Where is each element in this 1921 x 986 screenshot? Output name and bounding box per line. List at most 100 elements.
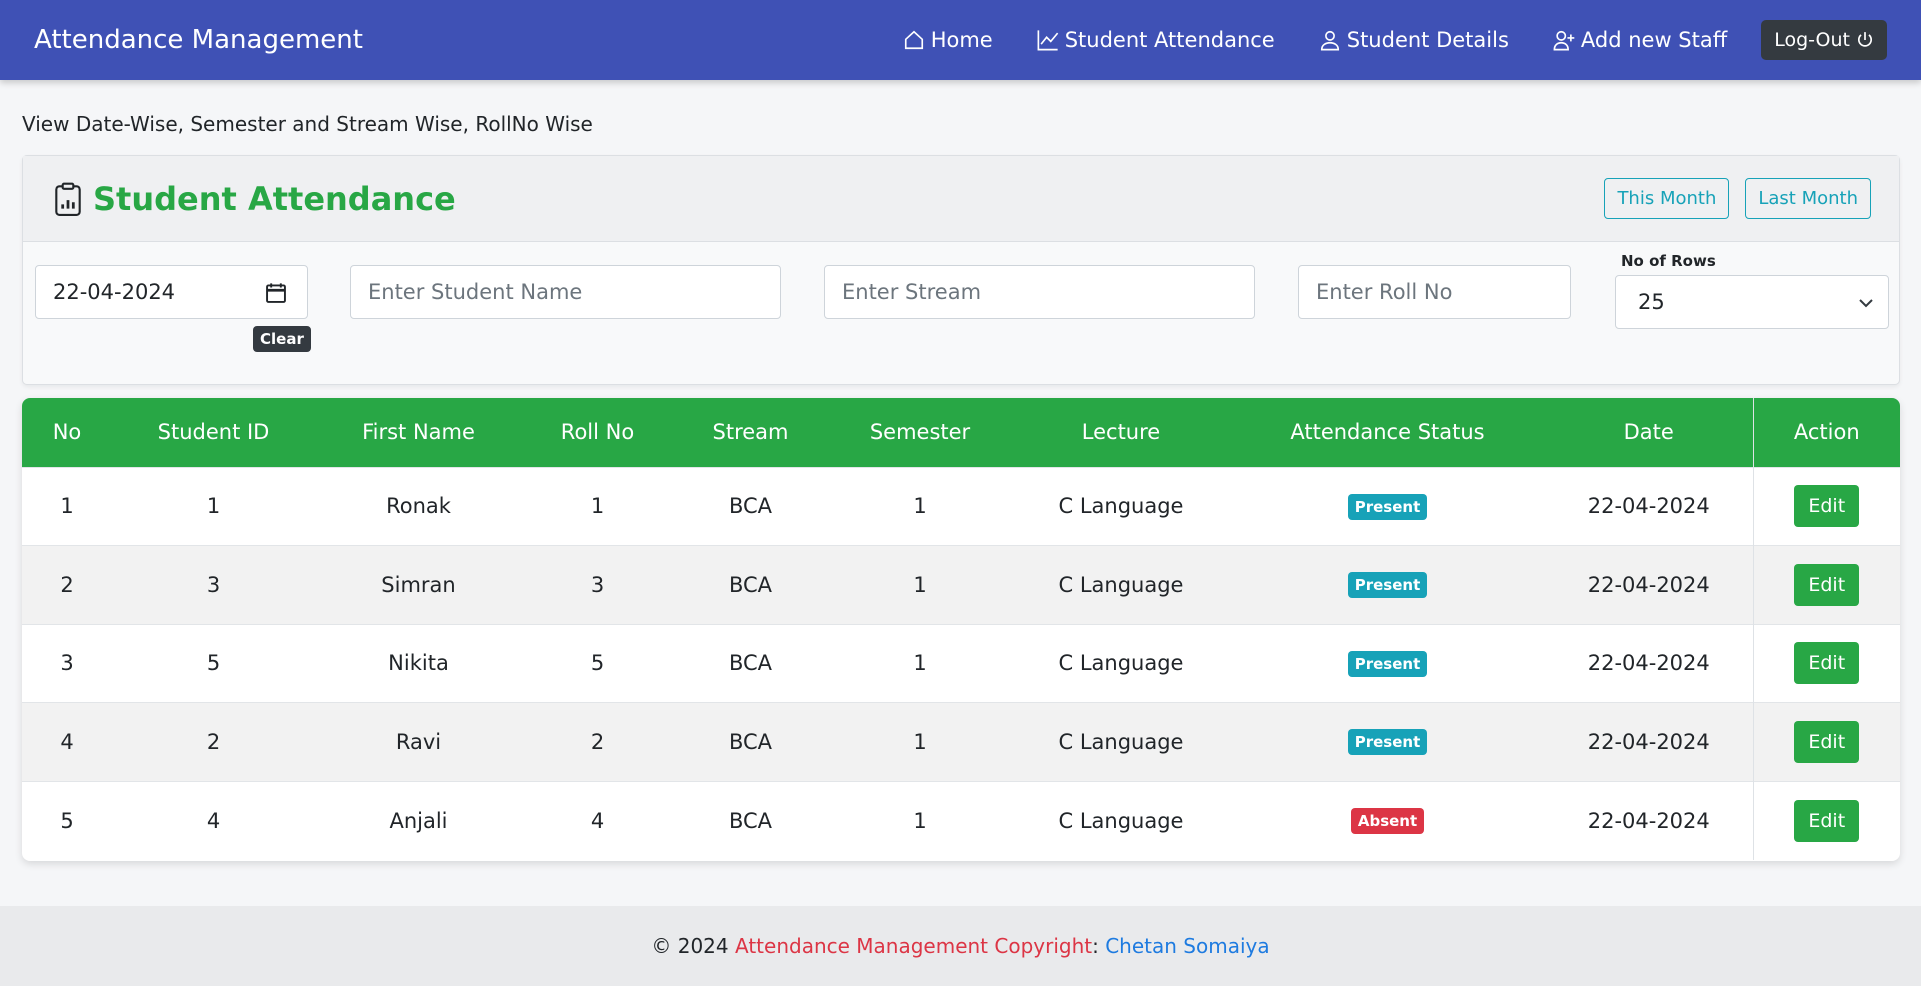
cell-first-name: Anjali — [389, 808, 448, 833]
status-badge: Present — [1347, 650, 1428, 677]
header-stream: Stream — [712, 420, 789, 445]
footer-separator: : — [1092, 934, 1099, 958]
cell-stream: BCA — [728, 729, 773, 754]
nav-student-attendance-link[interactable]: Student Attendance — [1037, 28, 1275, 52]
nav-home-label: Home — [930, 28, 993, 52]
this-month-button[interactable]: This Month — [1604, 178, 1730, 219]
edit-button[interactable]: Edit — [1794, 720, 1860, 763]
cell-semester: 1 — [913, 729, 927, 754]
table-row: 5 4 Anjali 4 BCA 1 C Language Absent 22-… — [22, 781, 1900, 860]
roll-no-input[interactable]: Enter Roll No — [1298, 265, 1571, 319]
nav-home-link[interactable]: Home — [903, 28, 993, 52]
card-header: Student Attendance This Month Last Month — [23, 156, 1899, 242]
table-row: 2 3 Simran 3 BCA 1 C Language Present 22… — [22, 545, 1900, 624]
attendance-table: No Student ID First Name Roll No Stream … — [22, 398, 1900, 860]
logout-label: Log-Out — [1774, 29, 1850, 51]
table-header-row: No Student ID First Name Roll No Stream … — [22, 398, 1900, 467]
header-action: Action — [1752, 398, 1900, 467]
cell-roll-no: 3 — [590, 572, 605, 597]
footer-copyright-prefix: © 2024 — [651, 934, 729, 958]
cell-student-id: 4 — [206, 808, 221, 833]
cell-action: Edit — [1752, 467, 1900, 546]
table-row: 3 5 Nikita 5 BCA 1 C Language Present 22… — [22, 624, 1900, 703]
nav-student-details-link[interactable]: Student Details — [1319, 28, 1509, 52]
month-buttons: This Month Last Month — [1588, 178, 1871, 219]
cell-lecture: C Language — [1058, 572, 1184, 597]
cell-student-id: 1 — [206, 494, 221, 519]
rows-select[interactable]: 25 — [1615, 275, 1889, 329]
header-date: Date — [1623, 420, 1674, 445]
cell-date: 22-04-2024 — [1587, 651, 1710, 676]
table-row: 1 1 Ronak 1 BCA 1 C Language Present 22-… — [22, 467, 1900, 546]
cell-date: 22-04-2024 — [1587, 729, 1710, 754]
stream-input[interactable]: Enter Stream — [824, 265, 1255, 319]
header-lecture: Lecture — [1081, 420, 1161, 445]
cell-no: 3 — [60, 651, 74, 676]
rows-select-value: 25 — [1638, 290, 1665, 314]
nav-student-attendance-label: Student Attendance — [1064, 28, 1275, 52]
cell-roll-no: 5 — [590, 651, 605, 676]
cell-action: Edit — [1752, 781, 1900, 860]
cell-first-name: Ravi — [395, 729, 442, 754]
power-icon — [1858, 32, 1872, 47]
logout-button[interactable]: Log-Out — [1761, 20, 1887, 60]
cell-status: Present — [1230, 624, 1545, 703]
cell-lecture: C Language — [1058, 808, 1184, 833]
cell-student-id: 2 — [206, 729, 221, 754]
edit-button[interactable]: Edit — [1794, 563, 1860, 606]
cell-action: Edit — [1752, 545, 1900, 624]
cell-semester: 1 — [913, 572, 927, 597]
edit-button[interactable]: Edit — [1794, 799, 1860, 842]
nav-add-staff-label: Add new Staff — [1580, 28, 1728, 52]
cell-date: 22-04-2024 — [1587, 808, 1710, 833]
footer-author-link[interactable]: Chetan Somaiya — [1105, 934, 1269, 958]
cell-status: Present — [1230, 703, 1545, 782]
calendar-icon[interactable] — [265, 282, 287, 304]
cell-student-id: 3 — [206, 572, 221, 597]
header-roll-no: Roll No — [560, 420, 635, 445]
header-first-name: First Name — [362, 420, 475, 445]
filter-card: Student Attendance This Month Last Month… — [22, 155, 1900, 385]
status-badge: Present — [1347, 572, 1428, 599]
chart-line-icon — [1037, 30, 1058, 51]
cell-stream: BCA — [728, 651, 773, 676]
student-name-input[interactable]: Enter Student Name — [350, 265, 781, 319]
cell-lecture: C Language — [1058, 651, 1184, 676]
last-month-button[interactable]: Last Month — [1745, 178, 1871, 219]
person-plus-icon — [1553, 30, 1575, 51]
cell-no: 4 — [60, 729, 74, 754]
cell-date: 22-04-2024 — [1587, 494, 1710, 519]
nav-add-staff-link[interactable]: Add new Staff — [1553, 28, 1727, 52]
nav-links: Home Student Attendance Student Details … — [859, 20, 1887, 60]
nav-student-details-label: Student Details — [1346, 28, 1509, 52]
brand-title[interactable]: Attendance Management — [34, 25, 363, 55]
edit-button[interactable]: Edit — [1794, 485, 1860, 528]
cell-roll-no: 1 — [590, 494, 605, 519]
cell-first-name: Ronak — [386, 494, 451, 519]
cell-stream: BCA — [728, 808, 773, 833]
table-row: 4 2 Ravi 2 BCA 1 C Language Present 22-0… — [22, 702, 1900, 782]
cell-roll-no: 2 — [590, 729, 605, 754]
cell-status: Absent — [1230, 781, 1545, 860]
edit-button[interactable]: Edit — [1794, 642, 1860, 685]
header-semester: Semester — [869, 420, 971, 445]
clear-date-button[interactable]: Clear — [253, 326, 311, 352]
card-title: Student Attendance — [51, 180, 456, 218]
person-icon — [1320, 30, 1339, 51]
page-footer: © 2024 Attendance Management Copyright: … — [0, 906, 1921, 986]
date-value: 22-04-2024 — [53, 280, 176, 304]
cell-no: 1 — [60, 494, 74, 519]
cell-no: 2 — [60, 572, 74, 597]
footer-app-name: Attendance Management Copyright — [735, 934, 1093, 958]
attendance-table-wrapper: No Student ID First Name Roll No Stream … — [22, 398, 1900, 861]
cell-student-id: 5 — [206, 651, 221, 676]
rows-label: No of Rows — [1621, 252, 1716, 270]
cell-action: Edit — [1752, 702, 1900, 781]
status-badge: Present — [1347, 493, 1428, 520]
status-badge: Absent — [1350, 808, 1425, 834]
cell-first-name: Nikita — [388, 651, 449, 676]
cell-semester: 1 — [913, 494, 927, 519]
header-attendance-status: Attendance Status — [1290, 420, 1485, 445]
top-navbar: Attendance Management Home Student Atten… — [0, 0, 1921, 80]
date-input[interactable]: 22-04-2024 — [35, 265, 308, 319]
